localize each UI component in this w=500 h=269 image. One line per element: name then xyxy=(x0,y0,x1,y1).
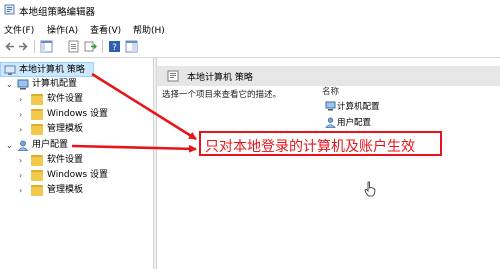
details-pane: 本地计算机 策略 选择一个项目来查看它的描述。 名称 计算机配置 用户配置 xyxy=(157,58,500,269)
chevron-right-icon[interactable]: › xyxy=(19,183,27,198)
list-item-label: 计算机配置 xyxy=(337,102,380,112)
tree-item-label: 软件设置 xyxy=(47,155,84,165)
back-arrow-icon[interactable] xyxy=(3,40,16,53)
tree-item-label: 管理模板 xyxy=(47,124,84,134)
folder-icon xyxy=(31,109,43,120)
computer-policy-icon xyxy=(167,70,179,82)
tree-item-software-settings[interactable]: › 软件设置 xyxy=(0,92,150,107)
folder-icon xyxy=(31,124,43,135)
title-bar: 本地组策略编辑器 xyxy=(0,0,500,20)
tree-item-label: Windows 设置 xyxy=(47,109,109,119)
tree-item-windows-settings[interactable]: › Windows 设置 xyxy=(0,168,150,183)
computer-policy-icon xyxy=(4,65,16,75)
tree-item-user-config[interactable]: ⌄ 用户配置 xyxy=(0,138,150,153)
hand-cursor-icon xyxy=(364,181,376,197)
toolbar-separator xyxy=(34,40,35,53)
folder-icon xyxy=(31,185,43,196)
details-header-title: 本地计算机 策略 xyxy=(187,73,253,83)
list-item-label: 用户配置 xyxy=(337,118,372,128)
tree-item-label: 管理模板 xyxy=(47,185,84,195)
chevron-right-icon[interactable]: › xyxy=(19,92,27,107)
details-header: 本地计算机 策略 xyxy=(157,66,500,86)
window-title: 本地组策略编辑器 xyxy=(19,7,96,18)
tree-item-label: 软件设置 xyxy=(47,94,84,104)
computer-icon xyxy=(17,79,29,90)
folder-icon xyxy=(31,94,43,105)
export-list-icon[interactable] xyxy=(84,40,97,53)
tree-item-computer-config[interactable]: ⌄ 计算机配置 xyxy=(0,77,150,92)
chevron-down-icon[interactable]: ⌄ xyxy=(6,138,14,153)
tree-item-label: 本地计算机 策略 xyxy=(19,65,85,75)
console-tree-icon[interactable] xyxy=(40,40,53,53)
properties-icon[interactable] xyxy=(67,40,80,53)
forward-arrow-icon[interactable] xyxy=(17,40,30,53)
folder-icon xyxy=(31,155,43,166)
policy-editor-icon xyxy=(4,4,15,15)
user-icon xyxy=(325,117,336,128)
menu-file[interactable]: 文件(F) xyxy=(4,23,34,36)
chevron-right-icon[interactable]: › xyxy=(19,122,27,137)
tree-item-software-settings[interactable]: › 软件设置 xyxy=(0,153,150,168)
tree-item-windows-settings[interactable]: › Windows 设置 xyxy=(0,107,150,122)
toolbar: ? xyxy=(0,37,500,56)
menu-help[interactable]: 帮助(H) xyxy=(133,23,165,36)
toolbar-separator xyxy=(102,40,103,53)
chevron-right-icon[interactable]: › xyxy=(19,168,27,183)
folder-icon xyxy=(31,170,43,181)
tree-item-admin-templates[interactable]: › 管理模板 xyxy=(0,183,150,198)
chevron-down-icon[interactable]: ⌄ xyxy=(6,77,14,92)
svg-text:?: ? xyxy=(112,43,117,53)
tree-item-label: 用户配置 xyxy=(32,140,69,150)
tree-item-local-computer-policy[interactable]: 本地计算机 策略 xyxy=(0,62,94,77)
column-header-name[interactable]: 名称 xyxy=(322,85,339,97)
help-icon[interactable]: ? xyxy=(108,40,121,53)
menu-bar: 文件(F) 操作(A) 查看(V) 帮助(H) xyxy=(0,20,500,37)
tree-item-label: 计算机配置 xyxy=(32,79,78,89)
computer-icon xyxy=(325,101,336,111)
show-hide-action-pane-icon[interactable] xyxy=(125,40,138,53)
tree-item-admin-templates[interactable]: › 管理模板 xyxy=(0,122,150,137)
chevron-right-icon[interactable]: › xyxy=(19,153,27,168)
description-text: 选择一个项目来查看它的描述。 xyxy=(162,90,282,100)
chevron-right-icon[interactable]: › xyxy=(19,107,27,122)
menu-action[interactable]: 操作(A) xyxy=(47,23,78,36)
console-tree: 本地计算机 策略 ⌄ 计算机配置 › 软件设置 › Windows 设置 › 管… xyxy=(0,58,153,269)
tree-item-label: Windows 设置 xyxy=(47,170,109,180)
annotation-callout: 只对本地登录的计算机及账户生效 xyxy=(199,131,442,156)
menu-view[interactable]: 查看(V) xyxy=(90,23,121,36)
annotation-callout-text: 只对本地登录的计算机及账户生效 xyxy=(205,139,415,155)
user-icon xyxy=(17,140,29,151)
